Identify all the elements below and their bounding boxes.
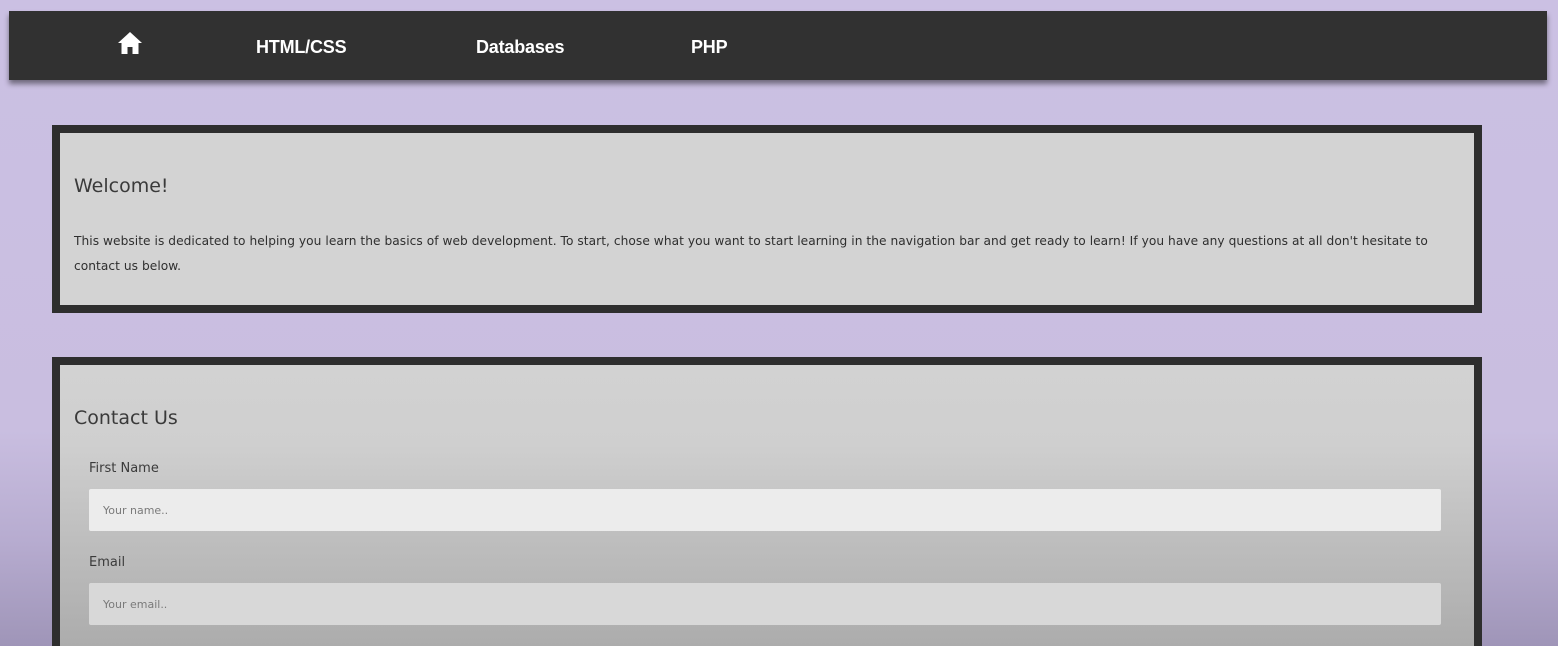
- nav-link-html-css[interactable]: HTML/CSS: [256, 37, 347, 58]
- contact-panel: Contact Us First Name Email: [52, 357, 1482, 646]
- email-input[interactable]: [89, 583, 1441, 625]
- first-name-label: First Name: [89, 461, 159, 476]
- first-name-input[interactable]: [89, 489, 1441, 531]
- contact-title: Contact Us: [74, 407, 178, 429]
- nav-link-php[interactable]: PHP: [691, 37, 728, 58]
- home-icon[interactable]: [117, 30, 143, 56]
- email-label: Email: [89, 555, 126, 570]
- nav-link-databases[interactable]: Databases: [476, 37, 564, 58]
- welcome-panel: Welcome! This website is dedicated to he…: [52, 125, 1482, 313]
- welcome-text: This website is dedicated to helping you…: [74, 234, 1428, 273]
- welcome-title: Welcome!: [74, 175, 169, 197]
- top-navbar: HTML/CSS Databases PHP: [9, 11, 1547, 80]
